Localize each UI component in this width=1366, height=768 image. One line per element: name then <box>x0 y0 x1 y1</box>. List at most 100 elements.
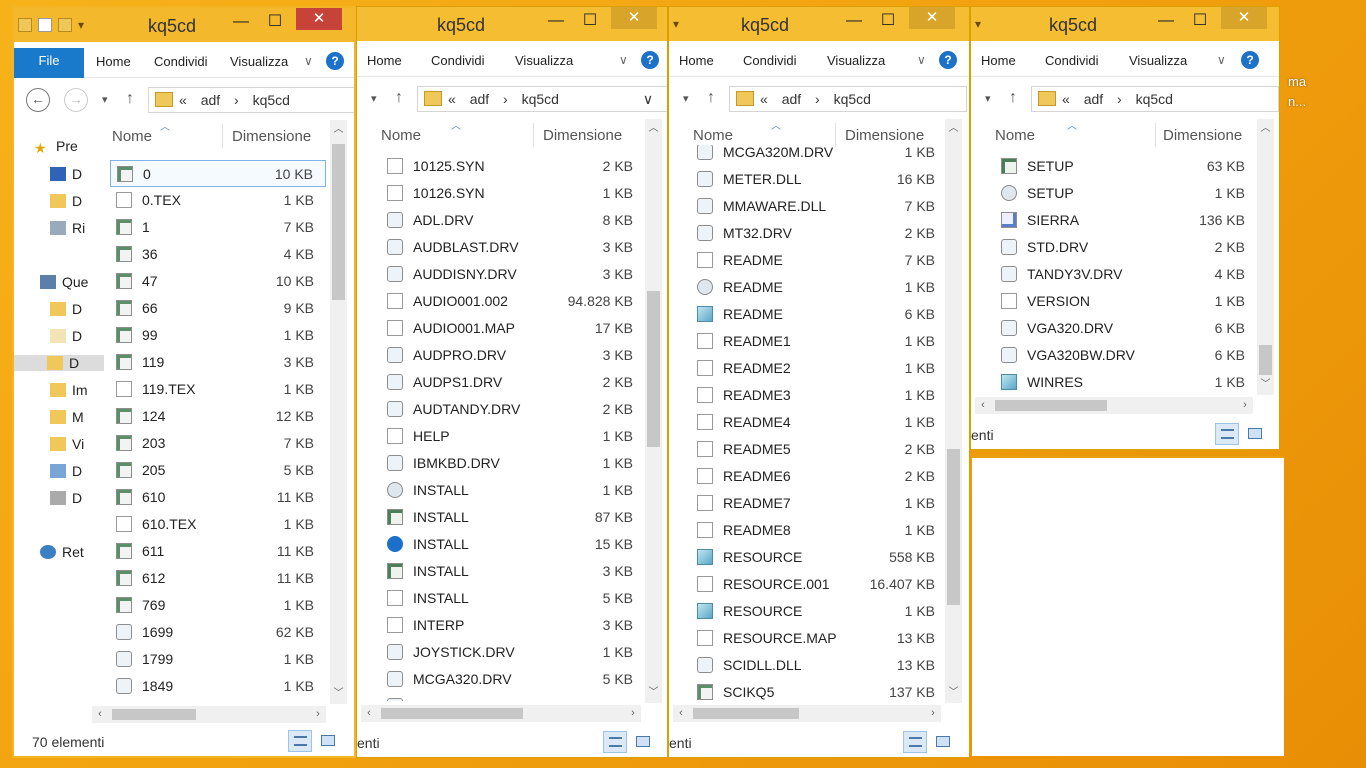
file-row[interactable]: README5 2 KB <box>691 436 947 463</box>
address-bar[interactable]: « adf › kq5cd <box>1031 86 1279 112</box>
nav-item[interactable]: D <box>50 166 82 182</box>
file-row[interactable]: README 7 KB <box>691 247 947 274</box>
file-row[interactable]: 124 12 KB <box>110 403 326 430</box>
help-icon[interactable]: ? <box>641 51 659 69</box>
chevron-down-icon[interactable]: ∨ <box>304 54 313 68</box>
chevron-down-icon[interactable]: ∨ <box>619 53 628 67</box>
file-row[interactable]: README 6 KB <box>691 301 947 328</box>
breadcrumb-kq5cd[interactable]: kq5cd <box>522 91 559 107</box>
horizontal-scrollbar[interactable]: ‹ › <box>673 705 941 722</box>
maximize-button[interactable]: ☐ <box>873 7 903 35</box>
scroll-down-icon[interactable]: ﹀ <box>945 685 962 701</box>
address-bar[interactable]: « adf › kq5cd <box>729 86 967 112</box>
title-bar[interactable]: ▾ kq5cd — ☐ ✕ <box>669 7 969 41</box>
scroll-up-icon[interactable]: ︿ <box>945 121 962 137</box>
address-bar[interactable]: « adf › kq5cd <box>148 87 354 113</box>
file-row[interactable]: 203 7 KB <box>110 430 326 457</box>
file-row[interactable]: INSTALL 15 KB <box>381 531 645 558</box>
file-row[interactable]: README2 1 KB <box>691 355 947 382</box>
breadcrumb-kq5cd[interactable]: kq5cd <box>253 92 290 108</box>
breadcrumb-kq5cd[interactable]: kq5cd <box>1136 91 1173 107</box>
scrollbar-thumb[interactable] <box>1259 345 1272 375</box>
desktop-icon-label[interactable]: n... <box>1288 94 1306 109</box>
file-row[interactable]: MMAWARE.DLL 7 KB <box>691 193 947 220</box>
file-row[interactable]: SCIKQ5 137 KB <box>691 679 947 706</box>
breadcrumb-overflow[interactable]: « <box>448 91 456 107</box>
file-row[interactable]: README7 1 KB <box>691 490 947 517</box>
chevron-down-icon[interactable]: ▾ <box>683 92 689 105</box>
chevron-down-icon[interactable]: ▾ <box>975 17 989 31</box>
file-row[interactable]: METER.DLL 16 KB <box>691 166 947 193</box>
up-arrow-icon[interactable]: ↑ <box>126 90 134 108</box>
nav-item[interactable]: ★ Pre <box>34 138 78 156</box>
help-icon[interactable]: ? <box>1241 51 1259 69</box>
file-row[interactable]: 0.TEX 1 KB <box>110 187 326 214</box>
chevron-right-icon[interactable]: › <box>234 92 239 108</box>
scroll-down-icon[interactable]: ﹀ <box>330 686 347 702</box>
file-row[interactable]: INSTALL 87 KB <box>381 504 645 531</box>
column-separator[interactable] <box>222 124 223 148</box>
chevron-down-icon[interactable]: ▾ <box>78 18 92 32</box>
nav-item[interactable]: Vi <box>50 436 84 452</box>
tab-home[interactable]: Home <box>367 53 402 68</box>
file-row[interactable]: STD.DRV 2 KB <box>995 234 1257 261</box>
horizontal-scrollbar[interactable]: ‹ › <box>975 397 1253 414</box>
tab-view[interactable]: Visualizza <box>515 53 573 68</box>
column-size[interactable]: Dimensione <box>232 128 311 145</box>
file-row[interactable]: 610 11 KB <box>110 484 326 511</box>
file-row[interactable]: SETUP 1 KB <box>995 180 1257 207</box>
file-row[interactable]: AUDPS1.DRV 2 KB <box>381 369 645 396</box>
file-row[interactable]: README 1 KB <box>691 274 947 301</box>
scrollbar-thumb[interactable] <box>381 708 523 719</box>
file-row[interactable]: INSTALL 5 KB <box>381 585 645 612</box>
chevron-down-icon[interactable]: ▾ <box>985 92 991 105</box>
back-arrow-icon[interactable]: ← <box>26 88 50 112</box>
file-row[interactable]: ADL.DRV 8 KB <box>381 207 645 234</box>
column-name[interactable]: Nome <box>693 127 733 144</box>
scroll-left-icon[interactable]: ‹ <box>361 705 377 722</box>
column-name[interactable]: Nome <box>112 128 152 145</box>
scroll-up-icon[interactable]: ︿ <box>330 122 347 138</box>
maximize-button[interactable]: ☐ <box>1185 7 1215 35</box>
file-row[interactable]: README1 1 KB <box>691 328 947 355</box>
address-bar[interactable]: « adf › kq5cd ∨ <box>417 86 667 112</box>
file-row[interactable]: RESOURCE.MAP 13 KB <box>691 625 947 652</box>
column-separator[interactable] <box>835 123 836 147</box>
file-row[interactable]: VGA320BW.DRV 6 KB <box>995 342 1257 369</box>
chevron-right-icon[interactable]: › <box>815 91 820 107</box>
file-row[interactable]: INSTALL 1 KB <box>381 477 645 504</box>
file-row[interactable]: RESOURCE 558 KB <box>691 544 947 571</box>
tab-home[interactable]: Home <box>96 54 131 69</box>
file-row[interactable]: 769 1 KB <box>110 592 326 619</box>
minimize-button[interactable]: — <box>541 7 571 35</box>
tab-view[interactable]: Visualizza <box>1129 53 1187 68</box>
large-icons-view-button[interactable] <box>1243 423 1267 445</box>
file-row[interactable]: SIERRA 136 KB <box>995 207 1257 234</box>
file-row[interactable]: MCGA320M.DRV 1 KB <box>691 145 947 166</box>
file-row[interactable]: RESOURCE.001 16.407 KB <box>691 571 947 598</box>
chevron-down-icon[interactable]: ∨ <box>643 91 653 107</box>
nav-item[interactable]: Im <box>50 382 88 398</box>
nav-item[interactable]: D <box>50 193 82 209</box>
file-row[interactable]: 610.TEX 1 KB <box>110 511 326 538</box>
file-row[interactable]: 99 1 KB <box>110 322 326 349</box>
file-row[interactable]: README4 1 KB <box>691 409 947 436</box>
file-row[interactable]: 36 4 KB <box>110 241 326 268</box>
breadcrumb-overflow[interactable]: « <box>1062 91 1070 107</box>
nav-item[interactable]: Ri <box>50 220 85 236</box>
up-arrow-icon[interactable]: ↑ <box>707 89 715 107</box>
maximize-button[interactable]: ☐ <box>575 7 605 35</box>
file-row[interactable]: 0 10 KB <box>110 160 326 187</box>
chevron-down-icon[interactable]: ▾ <box>102 93 108 106</box>
tab-share[interactable]: Condividi <box>154 54 207 69</box>
file-row[interactable]: 1849 1 KB <box>110 673 326 700</box>
file-row[interactable]: AUDTANDY.DRV 2 KB <box>381 396 645 423</box>
close-button[interactable]: ✕ <box>1221 7 1267 29</box>
breadcrumb-kq5cd[interactable]: kq5cd <box>834 91 871 107</box>
close-button[interactable]: ✕ <box>611 7 657 29</box>
file-row[interactable]: AUDIO001.002 94.828 KB <box>381 288 645 315</box>
scroll-right-icon[interactable]: › <box>925 705 941 722</box>
nav-item[interactable]: D <box>50 463 82 479</box>
scrollbar-thumb[interactable] <box>947 449 960 605</box>
breadcrumb-adf[interactable]: adf <box>1084 91 1103 107</box>
